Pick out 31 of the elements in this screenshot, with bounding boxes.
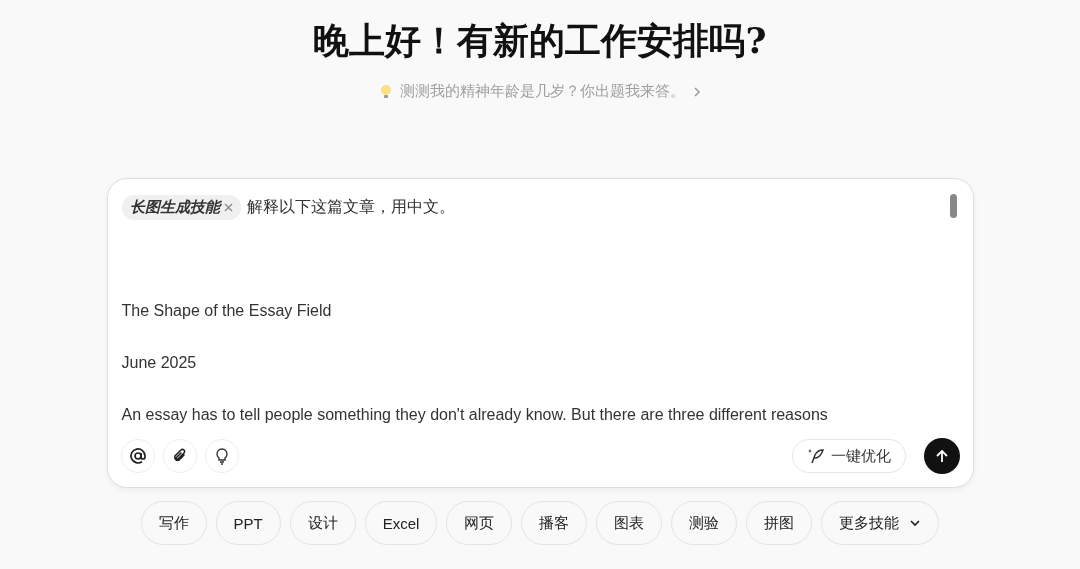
- lightbulb-icon: [379, 83, 392, 100]
- idea-button[interactable]: [204, 439, 239, 473]
- arrow-up-icon: [934, 449, 949, 463]
- mention-button[interactable]: [120, 439, 155, 473]
- skill-chip[interactable]: 设计: [289, 501, 356, 545]
- sparkle-feather-icon: [806, 447, 825, 465]
- more-skills-button[interactable]: 更多技能: [821, 501, 940, 545]
- chevron-down-icon: [909, 519, 922, 527]
- skill-chip[interactable]: 播客: [521, 501, 588, 545]
- scrollbar-thumb[interactable]: [949, 194, 957, 218]
- send-button[interactable]: [923, 438, 960, 474]
- greeting-heading: 晚上好！有新的工作安排吗?: [313, 18, 767, 63]
- skill-chip[interactable]: 拼图: [746, 501, 813, 545]
- skill-chip[interactable]: 图表: [596, 501, 663, 545]
- essay-text: June 2025: [121, 353, 198, 373]
- message-input[interactable]: 长图生成技能 解释以下这篇文章，用中文。 The Shape of the Essay Field June 2025 An essay has to tell people something they don't already know. But there are three different reasons 一键优化: [106, 178, 974, 488]
- optimize-button[interactable]: 一键优化: [791, 439, 906, 473]
- chevron-right-icon: [692, 85, 701, 98]
- essay-text: An essay has to tell people something they don't already know. But there are three different reasons: [121, 405, 829, 425]
- skill-chip[interactable]: 测验: [671, 501, 738, 545]
- essay-text: The Shape of the Essay Field: [121, 301, 333, 321]
- skill-chip[interactable]: Excel: [364, 501, 438, 545]
- skill-chip[interactable]: PPT: [215, 501, 281, 545]
- skill-tag: 长图生成技能: [121, 195, 241, 220]
- skill-chip[interactable]: 网页: [446, 501, 513, 545]
- close-icon[interactable]: [223, 203, 233, 212]
- lightbulb-icon: [214, 447, 229, 465]
- skill-chip[interactable]: 写作: [140, 501, 207, 545]
- attach-button[interactable]: [162, 439, 197, 473]
- instruction-text: 解释以下这篇文章，用中文。: [246, 197, 455, 217]
- at-sign-icon: [128, 447, 147, 465]
